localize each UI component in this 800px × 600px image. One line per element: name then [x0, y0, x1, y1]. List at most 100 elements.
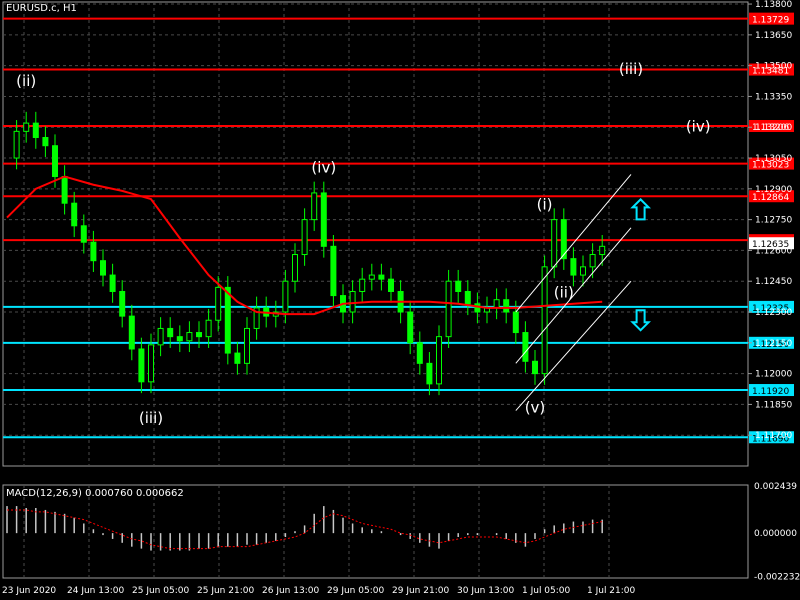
macd-tick-label: 0.000000: [754, 529, 797, 539]
candle-body: [205, 319, 212, 338]
candle-body: [551, 219, 558, 268]
candle-body: [359, 278, 366, 292]
candle-body: [445, 280, 452, 338]
candle-body: [13, 130, 20, 159]
price-tick-label: 1.12150: [755, 339, 792, 349]
candle-body: [522, 332, 529, 362]
candle-body: [23, 122, 30, 132]
candle-body: [176, 336, 183, 342]
candle-body: [503, 299, 510, 313]
price-tick-label: 1.13500: [755, 62, 792, 72]
candle-body: [90, 241, 97, 262]
candle-body: [436, 336, 442, 385]
candle-body: [234, 352, 241, 364]
candle-body: [474, 303, 481, 313]
candle-body: [407, 311, 414, 344]
price-tick-label: 1.13350: [755, 92, 792, 102]
candle-body: [599, 245, 606, 256]
price-tick-label: 1.12300: [755, 308, 792, 318]
candle: [445, 269, 452, 348]
time-tick-label: 1 Jul 21:00: [587, 586, 636, 596]
price-tick-label: 1.12750: [755, 216, 792, 226]
candle-body: [416, 342, 423, 364]
candle-body: [32, 122, 39, 139]
wave-label: (i): [537, 195, 553, 213]
candle-body: [532, 360, 538, 375]
candle-body: [580, 266, 586, 276]
time-tick-label: 30 Jun 13:00: [457, 586, 514, 596]
wave-label: (iii): [619, 60, 643, 78]
price-tick-label: 1.13200: [755, 123, 792, 133]
candle-body: [320, 192, 327, 247]
candle-body: [541, 266, 548, 375]
candle-body: [455, 280, 462, 292]
candle-body: [215, 286, 222, 321]
candle-body: [61, 176, 68, 204]
candle-body: [244, 327, 250, 364]
time-tick-label: 24 Jun 13:00: [67, 586, 124, 596]
candle-body: [426, 362, 433, 385]
price-tick-label: 1.11850: [755, 400, 792, 410]
wave-label: (ii): [554, 284, 574, 302]
time-tick-label: 25 Jun 21:00: [197, 586, 254, 596]
candle-body: [349, 290, 356, 313]
macd-tick-label: -0.002232: [754, 572, 800, 582]
candle-body: [224, 286, 231, 354]
time-tick-label: 29 Jun 21:00: [392, 586, 449, 596]
candle-body: [464, 290, 471, 305]
candle-body: [52, 145, 58, 178]
candle-body: [148, 344, 154, 383]
candle: [224, 276, 231, 365]
time-tick-label: 23 Jun 2020: [2, 586, 56, 596]
macd-label: MACD(12,26,9) 0.000760 0.000662: [6, 488, 184, 499]
price-tick-label: 1.13650: [755, 31, 792, 41]
trading-chart[interactable]: 1.137291.134811.132061.130231.128641.126…: [0, 0, 800, 600]
candle-body: [138, 348, 145, 383]
price-tick-label: 1.13050: [755, 154, 792, 164]
time-tick-label: 25 Jun 05:00: [132, 586, 189, 596]
candle-body: [330, 245, 337, 297]
time-axis: 23 Jun 2020 24 Jun 13:00 25 Jun 05:00 25 Ju…: [2, 586, 636, 596]
candle-body: [292, 254, 298, 282]
candle-body: [512, 311, 519, 334]
candle-body: [196, 332, 202, 338]
wave-label: (iv): [686, 117, 711, 135]
candle-body: [311, 192, 318, 221]
current-price-label: 1.12635: [752, 240, 789, 250]
wave-label: (v): [525, 399, 546, 417]
candle-body: [493, 299, 500, 309]
candle-body: [388, 278, 394, 292]
price-tick-label: 1.12000: [755, 370, 792, 380]
candle-body: [100, 260, 106, 276]
level-price-label: 1.11920: [752, 387, 789, 397]
candle-body: [282, 280, 289, 313]
price-tick-label: 1.12900: [755, 185, 792, 195]
candle-body: [167, 327, 174, 338]
macd-tick-label: 0.002439: [754, 482, 797, 492]
chart-title: EURUSD.c, H1: [6, 3, 77, 14]
time-tick-label: 26 Jun 13:00: [262, 586, 319, 596]
wave-label: (ii): [16, 72, 36, 90]
candle-body: [301, 219, 308, 256]
level-price-label: 1.13729: [752, 16, 789, 26]
candle-body: [42, 137, 49, 147]
candle-body: [589, 254, 596, 268]
price-tick-label: 1.11700: [755, 431, 792, 441]
candle-body: [128, 315, 135, 350]
price-tick-label: 1.12450: [755, 277, 792, 287]
candle-body: [71, 202, 78, 227]
candle-body: [109, 274, 116, 292]
candle-body: [186, 332, 193, 342]
time-tick-label: 29 Jun 05:00: [327, 586, 384, 596]
candle: [320, 181, 327, 258]
wave-label: (iii): [139, 409, 163, 427]
candle-body: [119, 290, 126, 317]
candle-body: [80, 225, 87, 243]
price-tick-label: 1.13800: [755, 0, 792, 10]
candle-body: [570, 258, 577, 276]
time-tick-label: 1 Jul 05:00: [522, 586, 571, 596]
candle-body: [378, 274, 385, 280]
candle-body: [157, 327, 164, 346]
wave-label: (iv): [311, 158, 336, 176]
candle-body: [368, 274, 375, 280]
